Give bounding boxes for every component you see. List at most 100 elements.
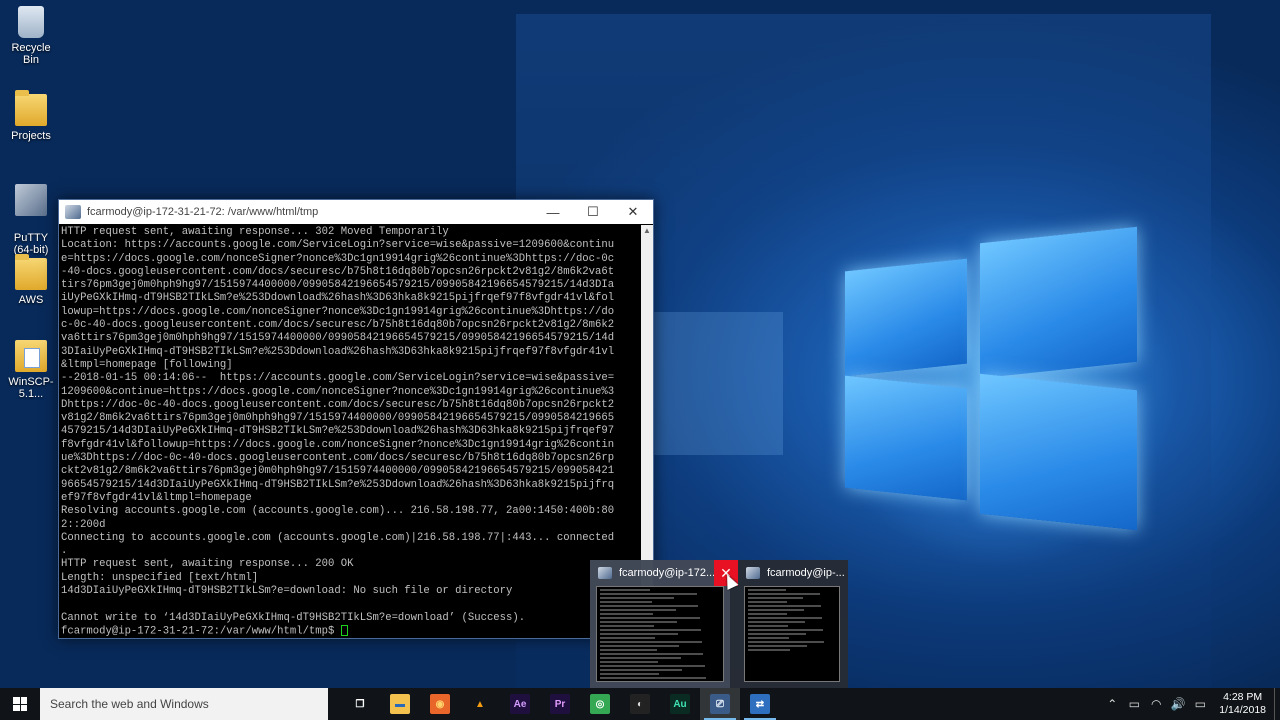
scroll-up-icon[interactable]: ▲ <box>641 225 653 237</box>
thumbnail-title: fcarmody@ip-... <box>767 567 845 579</box>
taskbar-app-obs[interactable]: ◐ <box>620 688 660 720</box>
terminal-line: e=https://docs.google.com/nonceSigner?no… <box>61 252 615 265</box>
close-button[interactable]: ✕ <box>613 200 653 224</box>
recycle-bin-icon <box>18 6 44 38</box>
putty-icon <box>598 567 612 579</box>
firefox-icon: ◉ <box>430 694 450 714</box>
search-box[interactable] <box>40 688 328 720</box>
putty-icon: ⎚ <box>710 694 730 714</box>
windows-logo-icon <box>13 697 27 711</box>
thumbnail-image <box>596 586 724 682</box>
terminal-title: fcarmody@ip-172-31-21-72: /var/www/html/… <box>87 206 319 218</box>
winscp-icon: ⇄ <box>750 694 770 714</box>
terminal-line: c-0c-40-docs.googleusercontent.com/docs/… <box>61 319 615 332</box>
thumbnail-title: fcarmody@ip-172... <box>619 567 716 579</box>
system-tray: ⌃ ▭ ◠ 🔊 ▭ 4:28 PM 1/14/2018 <box>1101 688 1280 720</box>
clock-time: 4:28 PM <box>1223 691 1263 703</box>
taskbar-app-premiere[interactable]: Pr <box>540 688 580 720</box>
desktop-icon-projects[interactable]: Projects <box>2 90 60 142</box>
taskbar-app-after-effects[interactable]: Ae <box>500 688 540 720</box>
windows-logo-pane-top-right <box>980 226 1137 379</box>
taskbar-app-task-view[interactable]: ❐ <box>340 688 380 720</box>
windows-logo-pane-bottom-right <box>980 373 1137 531</box>
network-icon[interactable]: ◠ <box>1145 697 1167 711</box>
taskbar-app-vlc[interactable]: ▲ <box>460 688 500 720</box>
taskbar-apps: ❐ ▬ ◉ ▲ Ae Pr ◎ ◐ Au ⎚ ⇄ <box>340 688 780 720</box>
terminal-line: 96654579215/14d3DIaiUyPeGXkIHmq-dT9HSB2T… <box>61 478 615 491</box>
chrome-icon: ◎ <box>590 694 610 714</box>
show-desktop-button[interactable] <box>1274 688 1280 720</box>
terminal-line: ef97f8vfgdr41vl&ltmpl=homepage <box>61 491 252 504</box>
terminal-line: Location: https://accounts.google.com/Se… <box>61 239 615 252</box>
tray-overflow-chevron-icon[interactable]: ⌃ <box>1101 697 1123 711</box>
taskbar-app-chrome[interactable]: ◎ <box>580 688 620 720</box>
clock[interactable]: 4:28 PM 1/14/2018 <box>1211 691 1274 717</box>
terminal-line: -40-docs.googleusercontent.com/docs/secu… <box>61 265 615 278</box>
taskbar-app-audition[interactable]: Au <box>660 688 700 720</box>
audition-icon: Au <box>670 694 690 714</box>
premiere-icon: Pr <box>550 694 570 714</box>
vlc-icon: ▲ <box>475 698 485 710</box>
volume-icon[interactable]: 🔊 <box>1167 697 1189 711</box>
thumbnail-image <box>744 586 840 682</box>
desktop-icon-aws[interactable]: AWS <box>2 254 60 306</box>
desktop-icon-label: PuTTY (64-bit) <box>13 232 49 256</box>
thumbnail-putty-window-2[interactable]: fcarmody@ip-... <box>738 560 848 688</box>
after-effects-icon: Ae <box>510 694 530 714</box>
taskbar: ❐ ▬ ◉ ▲ Ae Pr ◎ ◐ Au ⎚ ⇄ ⌃ ▭ ◠ 🔊 ▭ 4:28 PM 1/14/20… <box>0 688 1280 720</box>
putty-icon[interactable] <box>65 205 81 219</box>
taskbar-thumbnail-preview: fcarmody@ip-172... ✕ fcarmody@ip-... <box>590 560 848 688</box>
folder-icon <box>15 90 47 126</box>
wallpaper-ghost-pane <box>650 312 783 455</box>
terminal-line: ue%3Dhttps://doc-0c-40-docs.googleuserco… <box>61 452 615 465</box>
maximize-button[interactable]: ☐ <box>573 200 613 224</box>
terminal-title-bar[interactable]: fcarmody@ip-172-31-21-72: /var/www/html/… <box>59 200 653 224</box>
terminal-line: v81g2/8m6k2va6ttirs76pm3gej0m0hph9hg97/1… <box>61 412 615 425</box>
taskbar-app-firefox[interactable]: ◉ <box>420 688 460 720</box>
terminal-line: ckt2v81g2/8m6k2va6ttirs76pm3gej0m0hph9hg… <box>61 465 615 478</box>
search-input[interactable] <box>50 697 310 711</box>
desktop-icon-recycle-bin[interactable]: Recycle Bin <box>2 6 60 66</box>
start-button[interactable] <box>0 688 40 720</box>
taskbar-app-winscp[interactable]: ⇄ <box>740 688 780 720</box>
clock-date: 1/14/2018 <box>1219 704 1266 716</box>
obs-icon: ◐ <box>630 694 650 714</box>
terminal-line: --2018-01-15 00:14:06-- https://accounts… <box>61 372 615 385</box>
terminal-cursor <box>340 624 348 636</box>
terminal-line: tirs76pm3gej0m0hph9hg97/1515974400000/09… <box>61 279 615 292</box>
terminal-line: f8vfgdr41vl&followup=https://docs.google… <box>61 438 615 451</box>
taskbar-app-putty[interactable]: ⎚ <box>700 688 740 720</box>
desktop-icon-label: Recycle Bin <box>11 42 51 66</box>
desktop-icon-winscp[interactable]: WinSCP-5.1... <box>2 340 60 400</box>
terminal-line: Length: unspecified [text/html] <box>61 571 259 584</box>
minimize-button[interactable]: — <box>533 200 573 224</box>
taskbar-app-file-explorer[interactable]: ▬ <box>380 688 420 720</box>
desktop-icon-putty[interactable]: PuTTY (64-bit) <box>2 172 60 256</box>
windows-logo-pane-top-left <box>845 258 967 377</box>
task-view-icon: ❐ <box>355 698 365 710</box>
thumbnail-putty-window-1[interactable]: fcarmody@ip-172... <box>590 560 730 688</box>
terminal-line: fcarmody@ip-172-31-21-72:/var/www/html/t… <box>61 624 640 638</box>
putty-icon <box>15 184 47 216</box>
winscp-icon <box>15 340 47 372</box>
desktop-icon-label: WinSCP-5.1... <box>8 376 54 400</box>
terminal-line: 4579215/14d3DIaiUyPeGXkIHmq-dT9HSB2TIkLS… <box>61 425 615 438</box>
terminal-line: lowup=https://docs.google.com/nonceSigne… <box>61 305 615 318</box>
terminal-line: 1209600&continue=https://docs.google.com… <box>61 385 615 398</box>
notifications-icon[interactable]: ▭ <box>1189 697 1211 711</box>
terminal-line: Dhttps://doc-0c-40-docs.googleuserconten… <box>61 398 615 411</box>
battery-icon[interactable]: ▭ <box>1123 697 1145 711</box>
terminal-line: Resolving accounts.google.com (accounts.… <box>61 505 615 518</box>
terminal-line: iUyPeGXkIHmq-dT9HSB2TIkLSm?e%253Ddownloa… <box>61 292 615 305</box>
putty-terminal-window[interactable]: fcarmody@ip-172-31-21-72: /var/www/html/… <box>58 199 654 639</box>
terminal-output[interactable]: HTTP request sent, awaiting response... … <box>59 225 642 638</box>
terminal-line: 3DIaiUyPeGXkIHmq-dT9HSB2TIkLSm?e%253Ddow… <box>61 345 615 358</box>
terminal-line: &ltmpl=homepage [following] <box>61 358 233 371</box>
windows-logo-pane-bottom-left <box>845 375 967 501</box>
file-explorer-icon: ▬ <box>390 694 410 714</box>
terminal-line: HTTP request sent, awaiting response... … <box>61 226 449 238</box>
terminal-line: Connecting to accounts.google.com (accou… <box>61 531 615 544</box>
folder-icon <box>15 254 47 290</box>
terminal-line: 2::200d <box>61 518 106 531</box>
